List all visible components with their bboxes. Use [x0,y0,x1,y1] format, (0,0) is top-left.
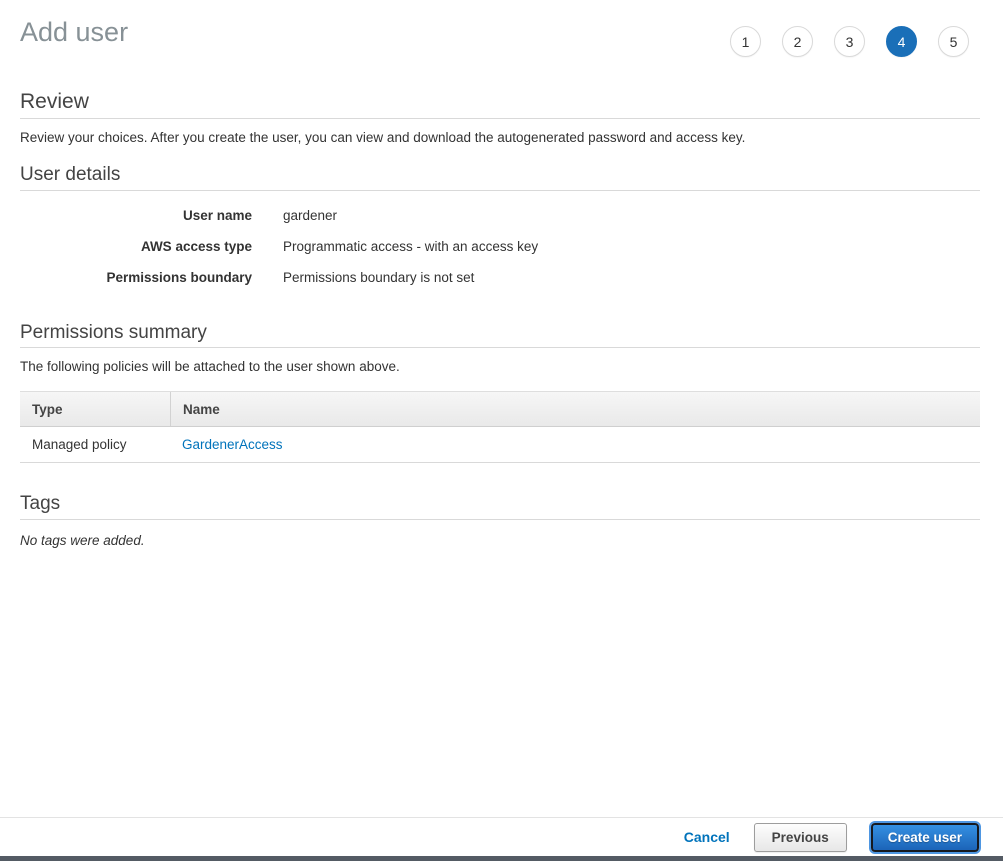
create-user-button[interactable]: Create user [871,823,979,852]
bottom-edge-bar [0,856,1003,861]
user-name-label: User name [20,208,252,223]
permissions-summary-description: The following policies will be attached … [20,359,400,374]
step-4-label: 4 [898,34,906,50]
access-type-label: AWS access type [20,239,252,254]
cancel-button[interactable]: Cancel [684,829,730,845]
step-circle-5: 5 [938,26,969,57]
policy-name-link[interactable]: GardenerAccess [182,437,283,452]
step-circle-4-active: 4 [886,26,917,57]
policies-table: Type Name Managed policy GardenerAccess [20,391,980,463]
permissions-boundary-value: Permissions boundary is not set [283,270,474,285]
column-header-type: Type [20,392,170,426]
policy-table-row: Managed policy GardenerAccess [20,427,980,463]
permissions-boundary-row: Permissions boundary Permissions boundar… [20,262,960,293]
user-details-list: User name gardener AWS access type Progr… [20,200,960,293]
policy-type-cell: Managed policy [20,427,170,462]
tags-heading: Tags [20,493,60,515]
step-circle-3: 3 [834,26,865,57]
permissions-boundary-label: Permissions boundary [20,270,252,285]
add-user-wizard-page: Add user 1 2 3 4 5 Review Review your ch… [0,0,1003,861]
page-title: Add user [20,17,128,48]
step-circle-2: 2 [782,26,813,57]
step-1-label: 1 [742,34,750,50]
review-divider [20,118,980,119]
user-name-value: gardener [283,208,337,223]
user-details-divider [20,190,980,191]
tags-empty-message: No tags were added. [20,533,145,548]
previous-button[interactable]: Previous [754,823,847,852]
user-details-heading: User details [20,164,120,186]
step-indicator: 1 2 3 4 5 [730,26,969,57]
step-circle-1: 1 [730,26,761,57]
tags-divider [20,519,980,520]
policy-name-cell: GardenerAccess [170,427,980,462]
user-name-row: User name gardener [20,200,960,231]
permissions-summary-divider [20,347,980,348]
step-3-label: 3 [846,34,854,50]
wizard-footer-bar: Cancel Previous Create user [0,817,1003,856]
step-5-label: 5 [950,34,958,50]
review-heading: Review [20,90,89,114]
policies-table-header: Type Name [20,391,980,427]
permissions-summary-heading: Permissions summary [20,322,207,344]
review-description: Review your choices. After you create th… [20,130,745,145]
column-header-name: Name [170,392,980,426]
access-type-value: Programmatic access - with an access key [283,239,538,254]
access-type-row: AWS access type Programmatic access - wi… [20,231,960,262]
step-2-label: 2 [794,34,802,50]
